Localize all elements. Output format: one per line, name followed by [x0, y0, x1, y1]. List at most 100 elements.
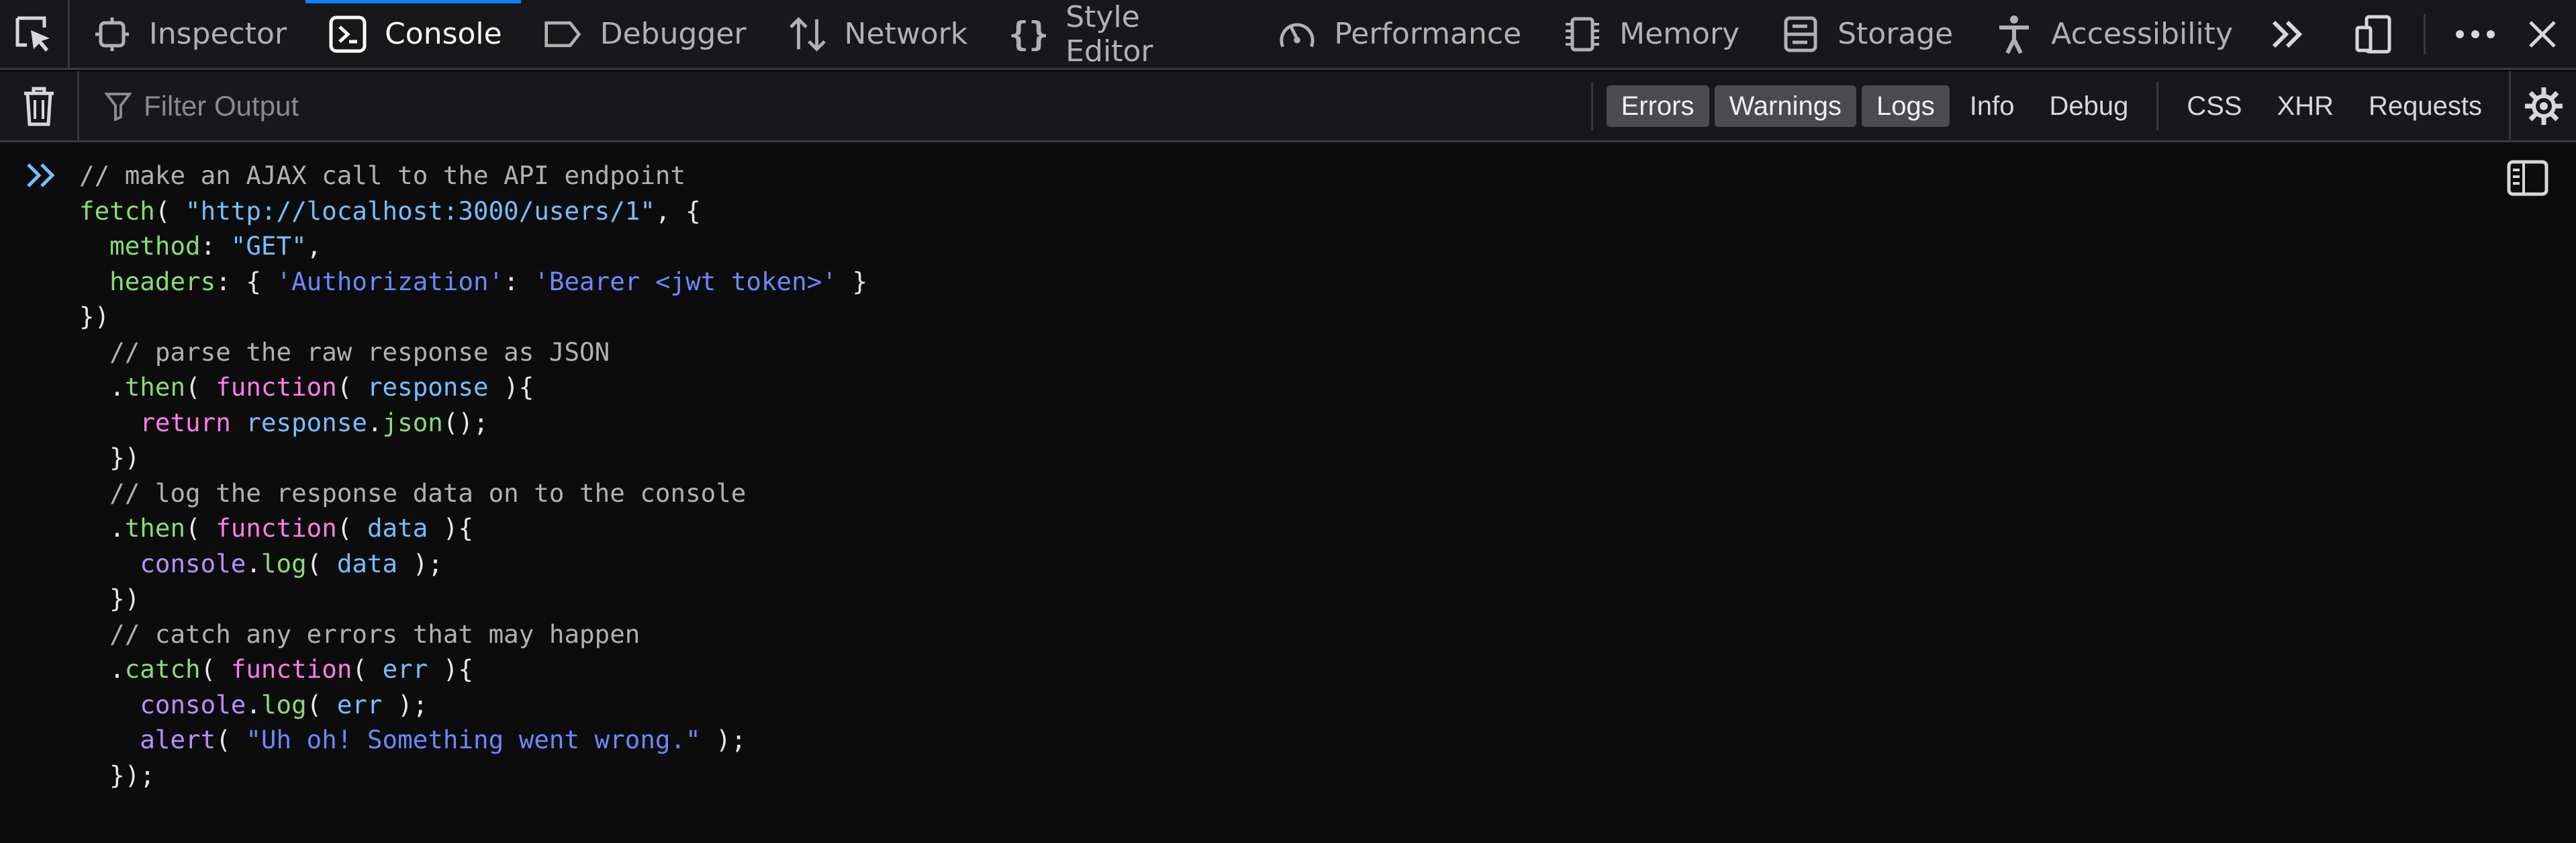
- filter-errors-button[interactable]: Errors: [1606, 85, 1709, 127]
- inspector-icon: [93, 15, 132, 54]
- tab-accessibility[interactable]: Accessibility: [1972, 0, 2252, 69]
- code-token: (: [336, 513, 367, 543]
- code-token: // make an AJAX call to the API endpoint: [79, 161, 686, 190]
- close-devtools-button[interactable]: [2509, 0, 2576, 69]
- console-filter-bar: Errors Warnings Logs Info Debug CSS XHR …: [0, 71, 2576, 142]
- code-token: // parse the raw response as JSON: [109, 337, 610, 367]
- storage-icon: [1781, 15, 1820, 54]
- code-line: fetch( "http://localhost:3000/users/1", …: [79, 193, 867, 229]
- code-line: .then( function( data ){: [79, 511, 867, 546]
- code-token: catch: [124, 654, 201, 684]
- sidebar-toggle-icon[interactable]: [2506, 159, 2549, 197]
- code-token: (: [154, 195, 186, 226]
- code-token: method: [109, 231, 201, 261]
- code-token: .: [246, 689, 261, 719]
- tab-storage[interactable]: Storage: [1758, 0, 1972, 69]
- debugger-icon: [544, 15, 583, 54]
- filter-warnings-button[interactable]: Warnings: [1714, 85, 1856, 127]
- code-token: }): [79, 302, 110, 331]
- tab-inspector[interactable]: Inspector: [70, 0, 305, 69]
- code-line: console.log( data );: [79, 546, 867, 582]
- code-token: ){: [488, 372, 534, 402]
- responsive-design-icon: [2355, 15, 2391, 53]
- more-tools-button[interactable]: [2252, 0, 2340, 69]
- code-token: err: [336, 689, 383, 719]
- code-token: alert: [140, 725, 216, 754]
- code-token: headers: [109, 266, 216, 296]
- clear-console-button[interactable]: [0, 71, 79, 142]
- filter-output-box: [79, 71, 1580, 142]
- code-token: 'Bearer <jwt token>': [534, 266, 837, 296]
- code-line: .catch( function( err ){: [79, 652, 867, 687]
- console-input-editor[interactable]: // make an AJAX call to the API endpoint…: [79, 158, 867, 793]
- filter-xhr-button[interactable]: XHR: [2262, 85, 2348, 127]
- more-options-button[interactable]: [2442, 0, 2509, 69]
- code-token: log: [260, 548, 307, 578]
- code-token: ,: [306, 231, 322, 261]
- code-token: :: [200, 231, 231, 261]
- code-token: then: [124, 513, 186, 543]
- code-token: "GET": [230, 231, 307, 261]
- code-token: json: [382, 407, 443, 437]
- filter-css-button[interactable]: CSS: [2172, 85, 2256, 127]
- ellipsis-icon: [2456, 30, 2495, 38]
- tab-network[interactable]: Network: [765, 0, 987, 69]
- style-editor-icon: {}: [1008, 14, 1049, 54]
- element-picker-icon: [15, 16, 50, 52]
- code-token: }): [79, 584, 140, 613]
- chevrons-right-icon: [2268, 15, 2307, 54]
- network-icon: [788, 15, 827, 54]
- code-token: .: [79, 654, 125, 684]
- code-token: (: [185, 372, 216, 402]
- close-icon: [2529, 20, 2556, 48]
- code-token: .: [79, 513, 125, 543]
- filter-output-input[interactable]: [144, 90, 1084, 122]
- tab-console[interactable]: Console: [305, 0, 521, 69]
- tab-debugger[interactable]: Debugger: [521, 0, 765, 69]
- console-settings-button[interactable]: [2509, 71, 2576, 142]
- code-token: function: [216, 513, 337, 543]
- tab-label: Performance: [1334, 17, 1522, 51]
- responsive-design-button[interactable]: [2340, 0, 2407, 69]
- code-line: .then( function( response ){: [79, 369, 867, 405]
- code-token: data: [336, 548, 398, 578]
- filter-debug-button[interactable]: Debug: [2034, 85, 2143, 127]
- filter-requests-button[interactable]: Requests: [2354, 85, 2497, 127]
- code-token: (: [216, 725, 246, 754]
- code-token: then: [124, 372, 186, 402]
- code-token: err: [382, 654, 428, 684]
- tab-performance[interactable]: Performance: [1255, 0, 1540, 69]
- tab-memory[interactable]: Memory: [1540, 0, 1758, 69]
- tab-label: Style Editor: [1065, 0, 1153, 69]
- accessibility-icon: [1995, 15, 2034, 54]
- trash-icon: [23, 87, 54, 126]
- element-picker-button[interactable]: [0, 0, 70, 69]
- tab-label: Inspector: [148, 17, 287, 51]
- filter-info-button[interactable]: Info: [1955, 85, 2030, 127]
- code-token: log: [260, 689, 307, 719]
- code-line: console.log( err );: [79, 687, 867, 723]
- code-token: (: [306, 689, 337, 719]
- tab-style-editor[interactable]: {} Style Editor: [986, 0, 1255, 69]
- code-token: ){: [428, 654, 474, 684]
- tab-label: Console: [385, 17, 502, 51]
- tab-label: Debugger: [600, 17, 747, 51]
- code-token: );: [397, 548, 443, 578]
- devtools-toolbar: Inspector Console Debugger Network {} St…: [0, 0, 2576, 70]
- code-token: }): [79, 443, 140, 472]
- code-token: function: [230, 654, 352, 684]
- filter-logs-button[interactable]: Logs: [1861, 85, 1950, 127]
- code-token: (: [185, 513, 216, 543]
- gear-icon: [2524, 87, 2563, 125]
- code-line: headers: { 'Authorization': 'Bearer <jwt…: [79, 264, 867, 300]
- code-line: // log the response data on to the conso…: [79, 476, 867, 511]
- code-line: // catch any errors that may happen: [79, 617, 867, 652]
- code-token: ();: [442, 407, 489, 437]
- tab-label: Accessibility: [2051, 17, 2233, 51]
- code-line: }): [79, 299, 867, 335]
